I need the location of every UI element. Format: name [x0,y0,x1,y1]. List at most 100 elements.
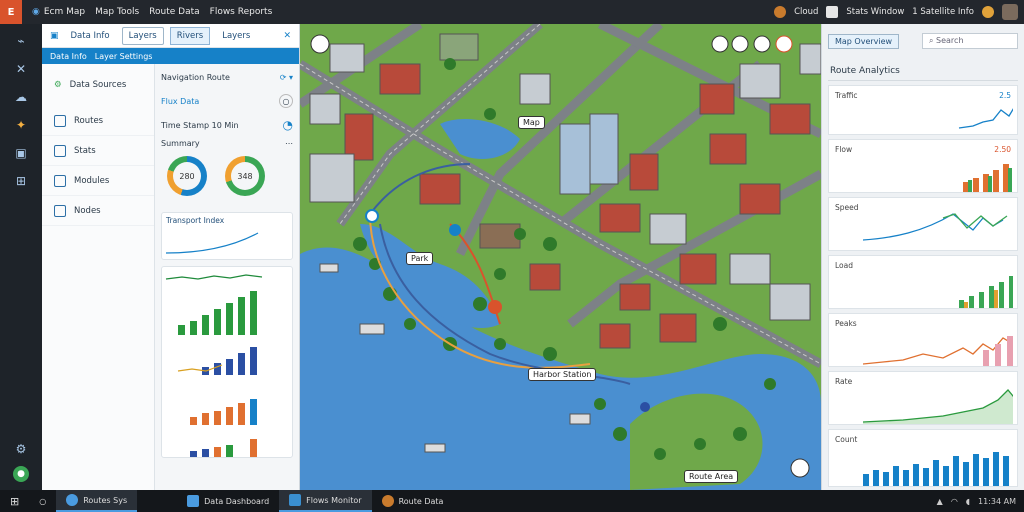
layers-icon[interactable]: ▣ [12,144,30,162]
settings-icon[interactable]: ⚙ [12,440,30,458]
detail-header: Navigation Route [161,72,230,82]
settings-icon: ⚙ [54,80,62,90]
search-input[interactable]: ⌕ Search [922,33,1018,49]
toolbar-data-info[interactable]: Data Info [50,52,87,61]
search-icon: ⌕ [929,36,937,45]
trend-line [165,232,259,254]
map-label-harbor-station[interactable]: Harbor Station [528,368,597,381]
load-bars [959,276,1013,308]
task-flows-monitor[interactable]: Flows Monitor [279,490,372,512]
flow-bars [963,164,1012,192]
search-circle-icon: ○ [39,496,47,506]
metric-card-count[interactable]: Count [828,429,1018,487]
metric-card-peaks[interactable]: Peaks [828,313,1018,367]
search-button[interactable]: ○ [29,490,56,512]
menu-item-ecm-map[interactable]: ◉ Ecm Map [32,7,85,17]
detail-header-row: Navigation Route ⟳ ▾ [161,68,293,86]
tab-layers[interactable]: Layers [121,26,164,45]
nav-item-stats[interactable]: Stats [42,136,154,166]
metric-card-flow[interactable]: Flow 2.50 [828,139,1018,193]
route-icon [54,114,66,127]
donut-chart-2: 348 [225,156,265,196]
city-map[interactable]: Map Park Harbor Station Route Area [300,24,821,490]
tab-rivers[interactable]: Rivers [169,26,211,45]
peaks-chart [863,336,1013,366]
stats-window-label[interactable]: Stats Window [846,7,904,17]
taskbar: ⊞ ○ Routes Sys Data Dashboard Flows Moni… [0,490,1024,512]
metric-card-traffic[interactable]: Traffic 2.5 [828,85,1018,135]
task-routes-sys[interactable]: Routes Sys [56,490,138,512]
stats-icon [54,144,66,157]
refresh-icon[interactable]: ⟳ ▾ [280,73,293,82]
menu-item-map-tools[interactable]: Map Tools [95,7,139,17]
puzzle-icon[interactable]: ✦ [12,116,30,134]
search-icon[interactable]: ○ [279,94,293,108]
nav-item-nodes[interactable]: Nodes [42,196,154,226]
cloud-label[interactable]: Cloud [794,7,818,17]
grid-icon[interactable]: ⊞ [12,172,30,190]
right-panel-header: Map Overview ⌕ Search [828,30,1018,52]
donut-row: 280 348 [161,152,293,200]
left-panel: ▣ Data Info Layers Rivers Layers ✕ Data … [42,24,300,490]
time-stamp: Time Stamp 10 Min [161,120,239,130]
right-panel-title: Route Analytics [828,62,1018,81]
tools-icon[interactable]: ✕ [12,60,30,78]
tab-data-info[interactable]: Data Info [65,28,116,44]
map-overview-button[interactable]: Map Overview [828,33,900,49]
menu-item-route-data[interactable]: Route Data [149,7,199,17]
module-icon [54,174,66,187]
rate-area-chart [863,389,1013,424]
notification-icon[interactable] [982,6,994,18]
volume-icon[interactable]: ◖ [966,497,970,506]
count-bars [863,452,1009,486]
info-icon: ▣ [50,30,59,41]
speed-lines [863,213,1008,241]
task-data-dashboard[interactable]: Data Dashboard [177,490,279,512]
metric-card-rate[interactable]: Rate [828,371,1018,425]
close-icon[interactable]: ✕ [283,31,291,41]
top-bar-right: Cloud Stats Window 1 Satellite Info [774,0,1018,24]
detail-meta-row: Time Stamp 10 Min ◔ [161,116,293,134]
windows-icon: ⊞ [10,494,20,508]
flux-data-link[interactable]: Flux Data [161,97,199,106]
task-route-data[interactable]: Route Data [372,490,454,512]
globe-icon [66,494,79,506]
data-icon [381,495,394,507]
cloud-icon[interactable] [774,6,787,18]
detail-link-row: Flux Data ○ [161,92,293,110]
map-label-park[interactable]: Park [406,252,434,265]
more-icon[interactable]: ⋯ [285,139,293,148]
start-button[interactable]: ⊞ [0,490,29,512]
traffic-sparkline [958,108,1013,129]
chart-icon[interactable]: ⌁ [12,32,30,50]
donut-value-2: 348 [237,171,253,181]
node-icon [54,204,66,217]
user-avatar[interactable] [1002,4,1018,20]
status-icon[interactable]: ● [13,466,29,482]
metric-card-speed[interactable]: Speed [828,197,1018,251]
toolbar-layer-settings[interactable]: Layer Settings [95,52,153,61]
right-panel: Map Overview ⌕ Search Route Analytics Tr… [821,24,1024,490]
nav-item-data-sources[interactable]: ⚙ Data Sources [42,70,154,100]
nav-item-routes[interactable]: Routes [42,106,154,136]
map-label-map[interactable]: Map [518,116,545,129]
map-canvas[interactable] [300,24,821,490]
stats-icon[interactable] [826,6,839,18]
map-label-route-area[interactable]: Route Area [684,470,739,483]
left-nav: ⚙ Data Sources Routes Stats Modules Node… [42,64,155,490]
clock-icon[interactable]: ◔ [283,118,293,132]
network-icon[interactable]: ▲ [937,497,943,506]
metric-card-load[interactable]: Load [828,255,1018,309]
clock[interactable]: 11:34 AM [978,497,1016,506]
satellite-info-label[interactable]: 1 Satellite Info [912,7,974,17]
left-panel-toolbar: Data Info Layer Settings [42,48,299,64]
cloud-icon[interactable]: ☁ [12,88,30,106]
bar-charts-card [161,266,293,458]
nav-item-modules[interactable]: Modules [42,166,154,196]
tab-layers-2[interactable]: Layers [216,28,256,44]
wifi-icon[interactable]: ◠ [951,497,958,506]
monitor-icon [289,494,302,506]
menu-item-flows-reports[interactable]: Flows Reports [210,7,273,17]
rail-bottom: ⚙ ● [0,440,42,482]
top-bar: E ◉ Ecm Map Map Tools Route Data Flows R… [0,0,1024,24]
